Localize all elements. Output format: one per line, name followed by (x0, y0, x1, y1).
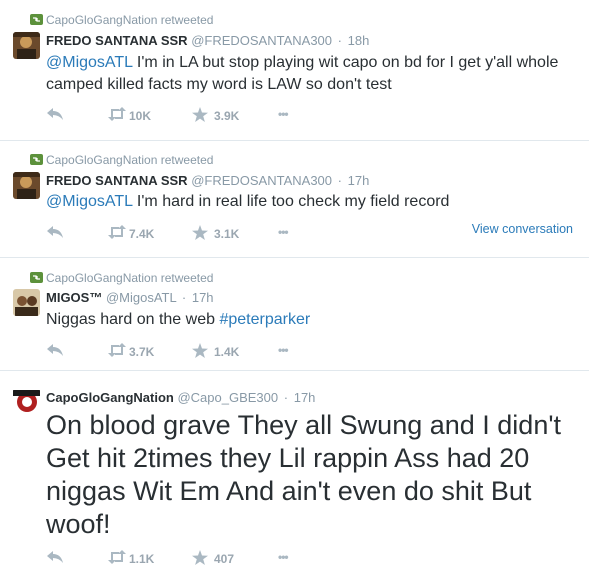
tweet-text-line2: Get hit 2times they Lil rappin Ass had 2… (46, 443, 530, 473)
more-icon: ••• (278, 343, 289, 357)
handle[interactable]: @FREDOSANTANA300 (191, 33, 332, 48)
timestamp[interactable]: 18h (348, 33, 370, 48)
avatar[interactable] (13, 172, 40, 199)
mention-link[interactable]: @MigosATL (46, 193, 132, 210)
retweet-context-icon (30, 154, 43, 165)
favorite-count: 3.1K (214, 227, 240, 241)
tweet-header: FREDO SANTANA SSR @FREDOSANTANA300 · 18h (46, 33, 369, 48)
retweet-icon (108, 225, 126, 239)
display-name[interactable]: FREDO SANTANA SSR (46, 173, 188, 188)
tweet-1[interactable]: CapoGloGangNation retweeted FREDO SANTAN… (0, 0, 589, 141)
tweet-header: MIGOS™ @MigosATL · 17h (46, 290, 214, 305)
star-icon (192, 550, 208, 565)
separator: · (283, 390, 289, 405)
tweet-3[interactable]: CapoGloGangNation retweeted MIGOS™ @Migo… (0, 258, 589, 371)
tweet-text-line1: On blood grave They all Swung and I didn… (46, 410, 561, 440)
reply-icon (47, 551, 63, 563)
tweet-text-body: I'm hard in real life too check my field… (132, 193, 450, 210)
reply-icon (47, 344, 63, 356)
retweet-count: 1.1K (129, 552, 155, 566)
tweet-text: @MigosATL I'm hard in real life too chec… (46, 191, 581, 213)
tweet-header: FREDO SANTANA SSR @FREDOSANTANA300 · 17h (46, 173, 369, 188)
separator: · (337, 33, 342, 48)
retweet-count: 3.7K (129, 345, 155, 359)
reply-icon (47, 108, 63, 120)
display-name[interactable]: CapoGloGangNation (46, 390, 174, 405)
handle[interactable]: @MigosATL (106, 290, 176, 305)
display-name[interactable]: MIGOS™ (46, 290, 102, 305)
star-icon (192, 225, 208, 240)
retweet-count: 10K (129, 109, 152, 123)
retweet-context-label: CapoGloGangNation retweeted (46, 271, 214, 285)
star-icon (192, 343, 208, 358)
tweet-text-body: Niggas hard on the web (46, 311, 220, 328)
handle[interactable]: @FREDOSANTANA300 (191, 173, 332, 188)
retweet-context-label: CapoGloGangNation retweeted (46, 153, 214, 167)
favorite-count: 3.9K (214, 109, 240, 123)
retweet-context-icon (30, 272, 43, 283)
reply-icon (47, 226, 63, 238)
avatar[interactable] (13, 289, 40, 316)
timestamp[interactable]: 17h (348, 173, 370, 188)
hashtag-link[interactable]: #peterparker (219, 311, 310, 328)
tweet-4[interactable]: CapoGloGangNation @Capo_GBE300 · 17h On … (0, 371, 589, 577)
tweet-text-line3: niggas Wit Em And ain't even do shit But (46, 476, 532, 506)
handle[interactable]: @Capo_GBE300 (177, 390, 278, 405)
favorite-count: 1.4K (214, 345, 240, 359)
separator: · (181, 290, 187, 305)
tweet-text-line1: I'm in LA but stop playing wit capo on b… (132, 54, 559, 71)
tweet-text-line4: woof! (46, 509, 111, 539)
tweet-header: CapoGloGangNation @Capo_GBE300 · 17h (46, 390, 315, 405)
more-icon: ••• (278, 550, 289, 564)
tweet-text: @MigosATL I'm in LA but stop playing wit… (46, 52, 581, 96)
more-icon: ••• (278, 225, 289, 239)
retweet-icon (108, 343, 126, 357)
tweet-text: Niggas hard on the web #peterparker (46, 309, 581, 331)
timestamp[interactable]: 17h (192, 290, 214, 305)
favorite-count: 407 (214, 552, 235, 566)
avatar[interactable] (13, 388, 40, 415)
display-name[interactable]: FREDO SANTANA SSR (46, 33, 188, 48)
retweet-count: 7.4K (129, 227, 155, 241)
tweet-2[interactable]: CapoGloGangNation retweeted FREDO SANTAN… (0, 141, 589, 258)
retweet-context-label: CapoGloGangNation retweeted (46, 13, 214, 27)
timestamp[interactable]: 17h (294, 390, 316, 405)
tweet-text-line2: camped killed facts my word is LAW so do… (46, 76, 392, 93)
retweet-icon (108, 107, 126, 121)
tweet-text: On blood grave They all Swung and I didn… (46, 409, 581, 541)
view-conversation-link[interactable]: View conversation (472, 222, 573, 236)
separator: · (337, 173, 342, 188)
retweet-context-icon (30, 14, 43, 25)
avatar[interactable] (13, 32, 40, 59)
star-icon (192, 107, 208, 122)
mention-link[interactable]: @MigosATL (46, 54, 132, 71)
retweet-icon (108, 550, 126, 564)
more-icon: ••• (278, 107, 289, 121)
